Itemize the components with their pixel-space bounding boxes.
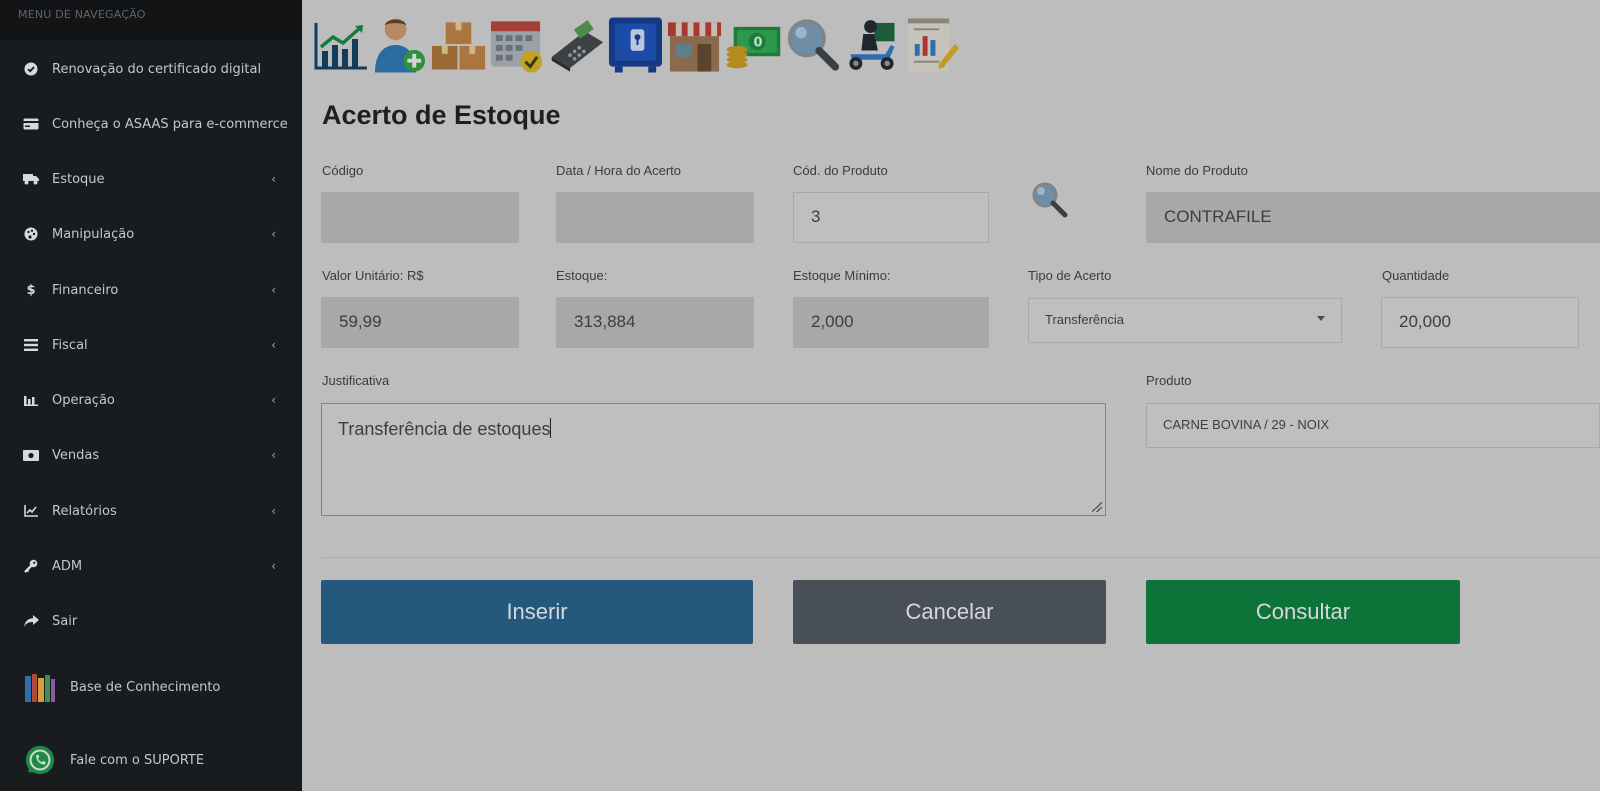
quantidade-label: Quantidade xyxy=(1382,268,1450,283)
dropdown-caret-icon xyxy=(1317,316,1325,321)
consult-button[interactable]: Consultar xyxy=(1146,580,1460,644)
books-icon xyxy=(24,671,56,703)
produto-select[interactable]: CARNE BOVINA / 29 - NOIX xyxy=(1146,403,1600,448)
sidebar-item-vendas[interactable]: Vendas ‹ xyxy=(0,435,302,475)
chevron-left-icon: ‹ xyxy=(271,393,276,407)
sidebar-item-financeiro[interactable]: $ Financeiro ‹ xyxy=(0,270,302,310)
toolbar: 0 xyxy=(312,14,961,80)
chevron-left-icon: ‹ xyxy=(271,338,276,352)
sidebar-item-operacao[interactable]: Operação ‹ xyxy=(0,380,302,420)
codigo-field[interactable] xyxy=(321,192,519,243)
nome-produto-field[interactable]: CONTRAFILE xyxy=(1146,192,1600,243)
truck-icon xyxy=(22,172,40,186)
sidebar-item-label: Financeiro xyxy=(52,282,119,298)
cod-produto-label: Cód. do Produto xyxy=(793,163,888,178)
store-icon[interactable] xyxy=(666,14,723,76)
safe-icon[interactable] xyxy=(607,14,664,76)
codigo-label: Código xyxy=(322,163,364,178)
sidebar-item-label: Sair xyxy=(52,613,78,629)
sidebar-item-label: Relatórios xyxy=(52,503,117,519)
palette-icon xyxy=(22,227,40,241)
delivery-icon[interactable] xyxy=(843,14,900,76)
add-user-icon[interactable] xyxy=(371,14,428,76)
sidebar-item-relatorios[interactable]: Relatórios ‹ xyxy=(0,491,302,531)
key-icon xyxy=(22,559,40,573)
sidebar-item-label: Manipulação xyxy=(52,226,135,242)
valor-unitario-label: Valor Unitário: R$ xyxy=(322,268,424,283)
estoque-minimo-field[interactable]: 2,000 xyxy=(793,297,989,348)
sidebar-item-label: Renovação do certificado digital xyxy=(52,61,262,77)
insert-button[interactable]: Inserir xyxy=(321,580,753,644)
sidebar-item-asaas[interactable]: Conheça o ASAAS para e-commerce xyxy=(0,104,302,144)
support-label: Fale com o SUPORTE xyxy=(70,752,205,768)
chevron-left-icon: ‹ xyxy=(271,448,276,462)
chevron-left-icon: ‹ xyxy=(271,283,276,297)
sidebar-item-label: Vendas xyxy=(52,447,100,463)
search-product-button[interactable] xyxy=(1028,180,1072,224)
tipo-acerto-label: Tipo de Acerto xyxy=(1028,268,1112,283)
sidebar-item-manipulacao[interactable]: Manipulação ‹ xyxy=(0,214,302,254)
justificativa-text: Transferência de estoques xyxy=(338,419,551,439)
data-hora-field[interactable] xyxy=(556,192,754,243)
chevron-left-icon: ‹ xyxy=(271,172,276,186)
bar-chart-icon xyxy=(22,393,40,407)
card-machine-icon[interactable] xyxy=(548,14,605,76)
data-hora-label: Data / Hora do Acerto xyxy=(556,163,682,178)
check-circle-icon xyxy=(22,62,40,76)
sidebar-item-knowledge-base[interactable]: Base de Conhecimento xyxy=(0,666,302,708)
list-icon xyxy=(22,338,40,352)
nome-produto-label: Nome do Produto xyxy=(1146,163,1248,178)
sidebar-item-support[interactable]: Fale com o SUPORTE xyxy=(0,740,302,780)
produto-value: CARNE BOVINA / 29 - NOIX xyxy=(1163,417,1330,432)
tipo-acerto-select[interactable]: Transferência xyxy=(1028,298,1342,343)
sidebar-header: MENU DE NAVEGAÇÃO xyxy=(0,0,302,40)
chart-icon[interactable] xyxy=(312,14,369,76)
sidebar-item-label: ADM xyxy=(52,558,83,574)
justificativa-label: Justificativa xyxy=(322,373,390,388)
valor-unitario-field[interactable]: 59,99 xyxy=(321,297,519,348)
estoque-minimo-label: Estoque Mínimo: xyxy=(793,268,891,283)
text-cursor xyxy=(550,418,552,438)
tipo-acerto-value: Transferência xyxy=(1045,312,1124,327)
knowledge-base-label: Base de Conhecimento xyxy=(70,679,221,695)
estoque-field[interactable]: 313,884 xyxy=(556,297,754,348)
line-chart-icon xyxy=(22,504,40,518)
cash-icon[interactable]: 0 xyxy=(725,14,782,76)
cancel-button[interactable]: Cancelar xyxy=(793,580,1106,644)
resize-grip-icon[interactable] xyxy=(1092,502,1102,512)
chevron-left-icon: ‹ xyxy=(271,227,276,241)
sidebar: MENU DE NAVEGAÇÃO Renovação do certifica… xyxy=(0,0,302,791)
svg-text:0: 0 xyxy=(754,36,763,51)
sidebar-item-certificado[interactable]: Renovação do certificado digital xyxy=(0,49,302,89)
justificativa-textarea[interactable]: Transferência de estoques xyxy=(321,403,1106,516)
dollar-icon: $ xyxy=(26,282,36,298)
produto-label: Produto xyxy=(1146,373,1192,388)
money-icon xyxy=(22,448,40,462)
sidebar-item-estoque[interactable]: Estoque ‹ xyxy=(0,159,302,199)
boxes-icon[interactable] xyxy=(430,14,487,76)
credit-card-icon xyxy=(22,117,40,131)
sidebar-item-label: Operação xyxy=(52,392,115,408)
page-title: Acerto de Estoque xyxy=(322,100,561,130)
estoque-label: Estoque: xyxy=(556,268,608,283)
chevron-left-icon: ‹ xyxy=(271,504,276,518)
chevron-left-icon: ‹ xyxy=(271,559,276,573)
sidebar-item-sair[interactable]: Sair xyxy=(0,601,302,641)
report-icon[interactable] xyxy=(902,14,959,76)
divider xyxy=(321,557,1600,558)
calendar-icon[interactable] xyxy=(489,14,546,76)
whatsapp-icon xyxy=(24,744,56,776)
sidebar-item-label: Estoque xyxy=(52,171,105,187)
sidebar-item-label: Conheça o ASAAS para e-commerce xyxy=(52,116,288,132)
sidebar-item-fiscal[interactable]: Fiscal ‹ xyxy=(0,325,302,365)
cod-produto-field[interactable]: 3 xyxy=(793,192,989,243)
share-icon xyxy=(22,614,40,628)
magnifier-icon[interactable] xyxy=(784,14,841,76)
sidebar-item-label: Fiscal xyxy=(52,337,88,353)
search-icon xyxy=(1030,180,1070,224)
sidebar-item-adm[interactable]: ADM ‹ xyxy=(0,546,302,586)
quantidade-field[interactable]: 20,000 xyxy=(1381,297,1579,348)
